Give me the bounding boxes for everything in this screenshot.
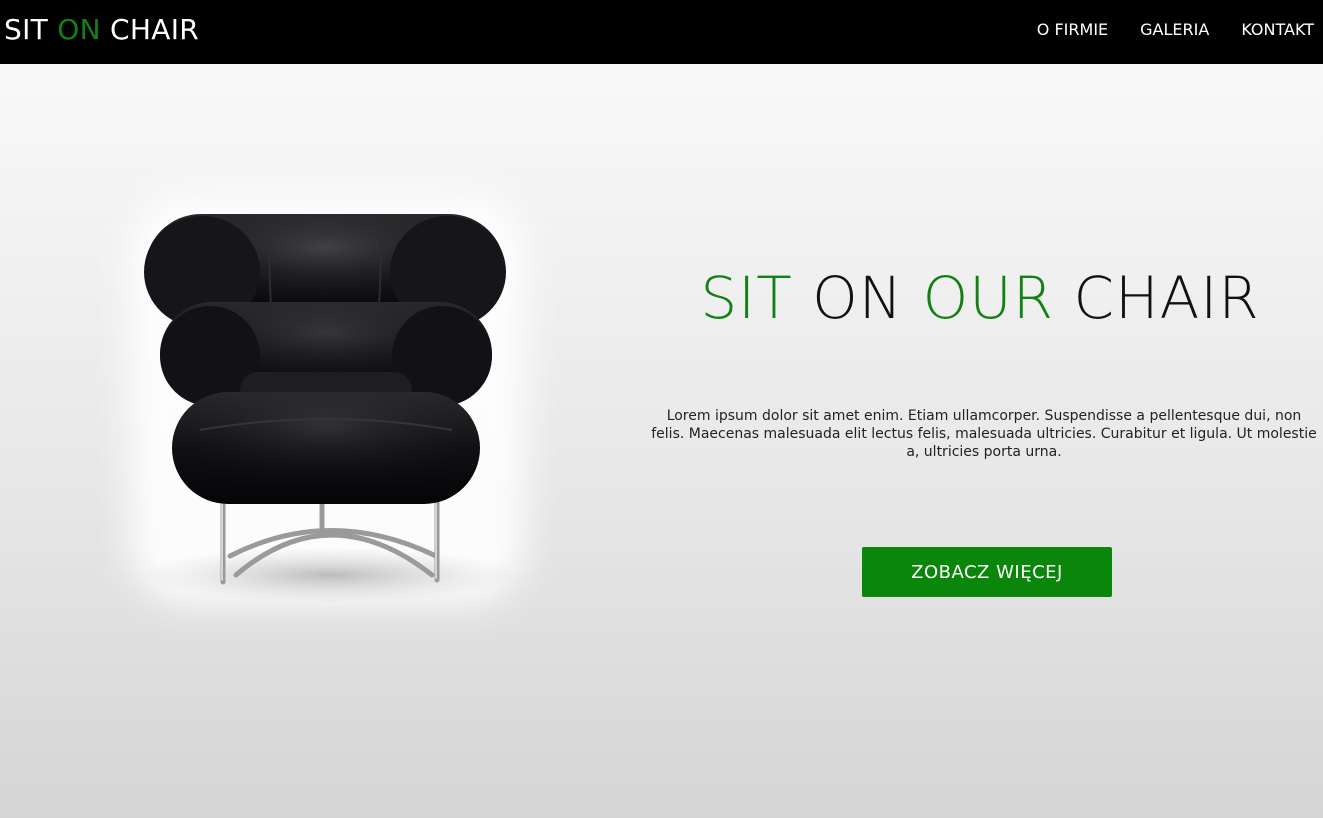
- nav-item-galeria[interactable]: GALERIA: [1140, 20, 1209, 40]
- headline-word-sit: SIT: [700, 263, 793, 332]
- site-logo[interactable]: SIT ON CHAIR: [4, 13, 199, 47]
- headline-word-on: ON: [792, 263, 923, 332]
- logo-text-chair: CHAIR: [100, 13, 200, 46]
- logo-text-on: ON: [57, 13, 101, 46]
- armchair-illustration: [140, 214, 520, 603]
- nav-item-kontakt[interactable]: KONTAKT: [1241, 20, 1314, 40]
- chair-image: [110, 180, 550, 610]
- headline-word-our: OUR: [922, 263, 1055, 332]
- page: SIT ON CHAIR O FIRMIE GALERIA KONTAKT SI…: [0, 0, 1323, 818]
- hero-headline: SIT ON OUR CHAIR: [650, 263, 1310, 333]
- main-nav: O FIRMIE GALERIA KONTAKT: [1037, 20, 1314, 40]
- see-more-button[interactable]: ZOBACZ WIĘCEJ: [862, 547, 1112, 597]
- navbar: SIT ON CHAIR O FIRMIE GALERIA KONTAKT: [0, 0, 1323, 64]
- headline-word-chair: CHAIR: [1054, 263, 1260, 332]
- logo-text-sit: SIT: [4, 13, 58, 46]
- hero-description: Lorem ipsum dolor sit amet enim. Etiam u…: [651, 408, 1317, 460]
- nav-item-o-firmie[interactable]: O FIRMIE: [1037, 20, 1108, 40]
